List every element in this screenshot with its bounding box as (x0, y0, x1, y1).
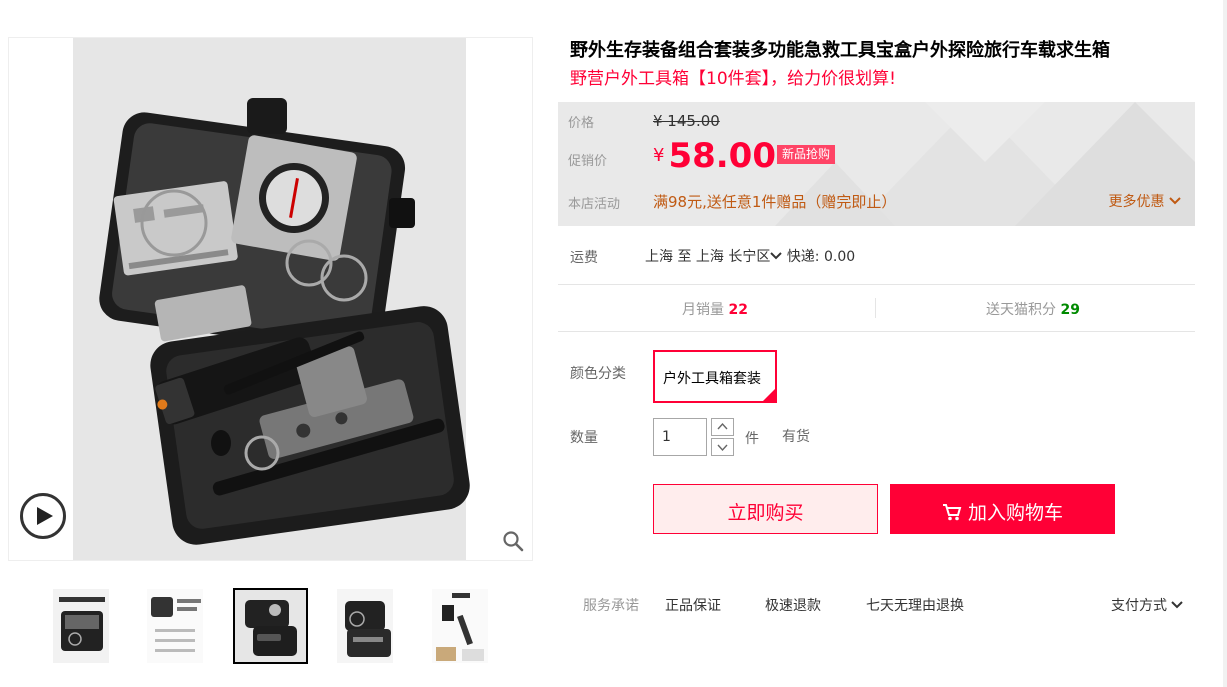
more-deals-button[interactable]: 更多优惠 (1109, 191, 1181, 211)
thumbnail-4[interactable] (336, 588, 394, 664)
promo-price-label: 促销价 (568, 154, 608, 169)
original-price: ¥ 145.00 (653, 112, 720, 130)
add-to-cart-label: 加入购物车 (968, 502, 1064, 524)
service-item-fast-refund[interactable]: 极速退款 (765, 595, 821, 615)
thumbnail-1[interactable] (52, 588, 110, 664)
quantity-label: 数量 (570, 430, 598, 446)
tmall-points: 送天猫积分 29 (986, 299, 1080, 319)
cart-icon (942, 504, 962, 521)
main-product-image[interactable] (8, 37, 533, 561)
chevron-down-icon (770, 252, 783, 260)
stock-status: 有货 (782, 429, 810, 445)
promo-price: ¥58.00 (653, 136, 776, 176)
monthly-sales-label: 月销量 (682, 302, 724, 318)
divider (558, 331, 1195, 332)
service-item-7day-return[interactable]: 七天无理由退换 (866, 595, 964, 615)
sku-option-label: 户外工具箱套装 (663, 371, 761, 387)
thumbnail-strip (40, 586, 510, 666)
region-selector[interactable]: 上海 长宁区 (695, 249, 783, 265)
play-video-button[interactable] (20, 493, 66, 539)
buy-now-button[interactable]: 立即购买 (653, 484, 878, 534)
color-category-label: 颜色分类 (570, 366, 626, 382)
more-deals-label: 更多优惠 (1108, 194, 1165, 210)
chevron-up-icon (717, 422, 728, 430)
service-item-genuine[interactable]: 正品保证 (665, 595, 721, 615)
payment-method-label: 支付方式 (1111, 598, 1167, 614)
payment-method-dropdown[interactable]: 支付方式 (1111, 595, 1184, 615)
price-panel: 价格 ¥ 145.00 促销价 ¥58.00 新品抢购 本店活动 满98元,送任… (558, 102, 1195, 226)
ship-from: 上海 (645, 249, 673, 265)
ship-to: 上海 长宁区 (695, 249, 771, 265)
store-activity-text: 满98元,送任意1件赠品（赠完即止） (653, 193, 897, 211)
play-icon (37, 507, 53, 525)
quantity-unit: 件 (745, 431, 759, 447)
thumbnail-5[interactable] (431, 588, 489, 664)
survival-kit-photo (99, 98, 470, 545)
tmall-points-label: 送天猫积分 (986, 302, 1056, 318)
buy-now-label: 立即购买 (727, 502, 804, 524)
sku-option-selected[interactable]: 户外工具箱套装 ✓ (653, 350, 786, 403)
chevron-down-icon (717, 444, 728, 452)
thumbnail-3-selected[interactable] (233, 588, 308, 664)
product-subtitle: 野营户外工具箱【10件套】，给力价很划算! (570, 69, 896, 89)
chevron-down-icon (1171, 601, 1184, 609)
monthly-sales-count: 22 (728, 302, 748, 318)
shipping-info: 上海 至 上海 长宁区 快递: 0.00 (645, 246, 855, 266)
quantity-decrease-button[interactable] (711, 438, 734, 456)
magnifier-icon[interactable] (502, 530, 524, 552)
price-label: 价格 (568, 116, 595, 131)
shipping-method: 快递: 0.00 (786, 249, 856, 265)
shipping-label: 运费 (570, 250, 598, 266)
tmall-points-count: 29 (1060, 302, 1080, 318)
promo-price-value: 58.00 (668, 136, 776, 176)
thumbnail-2[interactable] (146, 588, 204, 664)
add-to-cart-button[interactable]: 加入购物车 (890, 484, 1115, 534)
currency-symbol: ¥ (653, 145, 665, 166)
service-promise-label: 服务承诺 (583, 598, 639, 614)
quantity-increase-button[interactable] (711, 418, 734, 436)
monthly-sales: 月销量 22 (682, 299, 748, 319)
chevron-down-icon (1169, 197, 1181, 205)
stats-divider (875, 298, 876, 318)
activity-label: 本店活动 (568, 197, 621, 212)
new-product-badge: 新品抢购 (777, 145, 836, 164)
check-icon: ✓ (763, 389, 786, 401)
divider (558, 284, 1195, 285)
quantity-input[interactable] (653, 418, 707, 456)
scrollbar[interactable] (1223, 0, 1227, 687)
ship-to-word: 至 (677, 249, 692, 265)
product-title: 野外生存装备组合套装多功能急救工具宝盒户外探险旅行车载求生箱 (570, 40, 1110, 61)
